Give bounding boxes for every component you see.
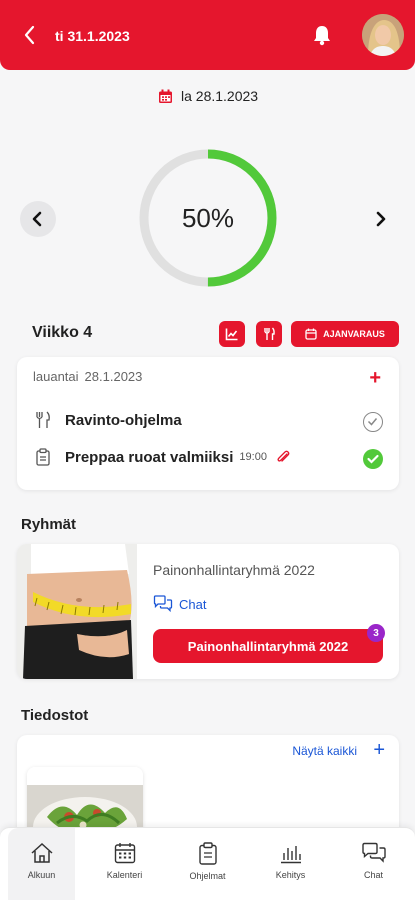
tab-progress[interactable]: Kehitys — [249, 828, 332, 900]
add-file-button[interactable]: + — [373, 739, 385, 762]
group-card[interactable]: Painonhallintaryhmä 2022 Chat Painonhall… — [17, 544, 399, 679]
chevron-right-icon — [376, 211, 386, 227]
day-card: lauantai 28.1.2023 + Ravinto-ohjelma Prep… — [17, 357, 399, 490]
tab-programs[interactable]: Ohjelmat — [166, 828, 249, 900]
header-date[interactable]: ti 31.1.2023 — [55, 28, 130, 44]
previous-day-button[interactable] — [20, 201, 56, 237]
daily-progress-ring: 50% — [137, 147, 279, 289]
day-weekday: lauantai — [33, 369, 79, 384]
add-task-button[interactable]: + — [369, 367, 381, 390]
calendar-grid-icon — [114, 843, 135, 864]
home-icon — [30, 842, 53, 863]
appointment-booking-button[interactable]: AJANVARAUS — [291, 321, 399, 347]
tab-label: Chat — [363, 870, 383, 880]
clipboard-icon — [33, 448, 53, 466]
bottom-tab-bar: Alkuun Kalenteri Ohjelmat Kehitys Chat — [0, 827, 415, 900]
clipboard-icon — [198, 842, 217, 865]
nutrition-button[interactable] — [256, 321, 282, 347]
day-date: 28.1.2023 — [84, 369, 143, 384]
paperclip-icon[interactable] — [275, 449, 291, 465]
check-icon — [367, 454, 379, 464]
group-chat-link[interactable]: Chat — [153, 595, 206, 613]
next-day-button[interactable] — [362, 201, 398, 237]
files-title: Tiedostot — [21, 707, 89, 724]
chevron-left-icon — [24, 25, 35, 45]
task-time: 19:00 — [239, 451, 267, 463]
chat-bubbles-icon — [361, 842, 386, 863]
progress-percent: 50% — [181, 202, 235, 233]
chevron-left-icon — [32, 211, 42, 227]
task-row[interactable]: Preppaa ruoat valmiiksi 19:00 — [33, 448, 291, 466]
group-name: Painonhallintaryhmä 2022 — [153, 562, 315, 578]
group-open-button[interactable]: Painonhallintaryhmä 2022 — [153, 629, 383, 663]
tab-label: Alkuun — [27, 870, 56, 880]
calendar-icon — [159, 89, 172, 103]
week-title: Viikko 4 — [32, 324, 93, 341]
task-title: Ravinto-ohjelma — [65, 411, 182, 429]
tab-calendar[interactable]: Kalenteri — [83, 828, 166, 900]
day-header: lauantai 28.1.2023 — [33, 369, 142, 384]
group-chat-label: Chat — [179, 596, 207, 612]
task-title: Preppaa ruoat valmiiksi — [65, 448, 234, 466]
selected-date[interactable]: la 28.1.2023 — [158, 88, 258, 104]
check-icon — [367, 418, 378, 426]
groups-title: Ryhmät — [21, 516, 77, 533]
task-checkbox[interactable] — [363, 412, 383, 432]
tab-home[interactable]: Alkuun — [0, 828, 83, 900]
progress-chart-button[interactable] — [219, 321, 245, 347]
tab-label: Ohjelmat — [189, 871, 226, 881]
tab-label: Kalenteri — [106, 870, 143, 880]
back-button[interactable] — [18, 22, 42, 48]
unread-badge: 3 — [367, 624, 385, 642]
calendar-icon — [305, 328, 317, 340]
task-row[interactable]: Ravinto-ohjelma — [33, 411, 182, 429]
appointment-booking-label: AJANVARAUS — [323, 329, 385, 339]
cutlery-icon — [33, 411, 53, 429]
notifications-button[interactable] — [310, 22, 334, 48]
group-image — [17, 544, 137, 679]
bar-chart-icon — [280, 846, 301, 864]
show-all-link[interactable]: Näytä kaikki — [292, 744, 357, 758]
chat-bubbles-icon — [153, 595, 173, 613]
bell-icon — [314, 26, 330, 46]
chart-icon — [225, 328, 238, 341]
cutlery-icon — [264, 327, 275, 340]
task-checkbox-done[interactable] — [363, 449, 383, 469]
app-header: ti 31.1.2023 — [0, 0, 415, 70]
avatar[interactable] — [362, 14, 404, 56]
tab-chat[interactable]: Chat — [332, 828, 415, 900]
selected-date-label: la 28.1.2023 — [181, 88, 259, 104]
tab-label: Kehitys — [275, 870, 306, 880]
